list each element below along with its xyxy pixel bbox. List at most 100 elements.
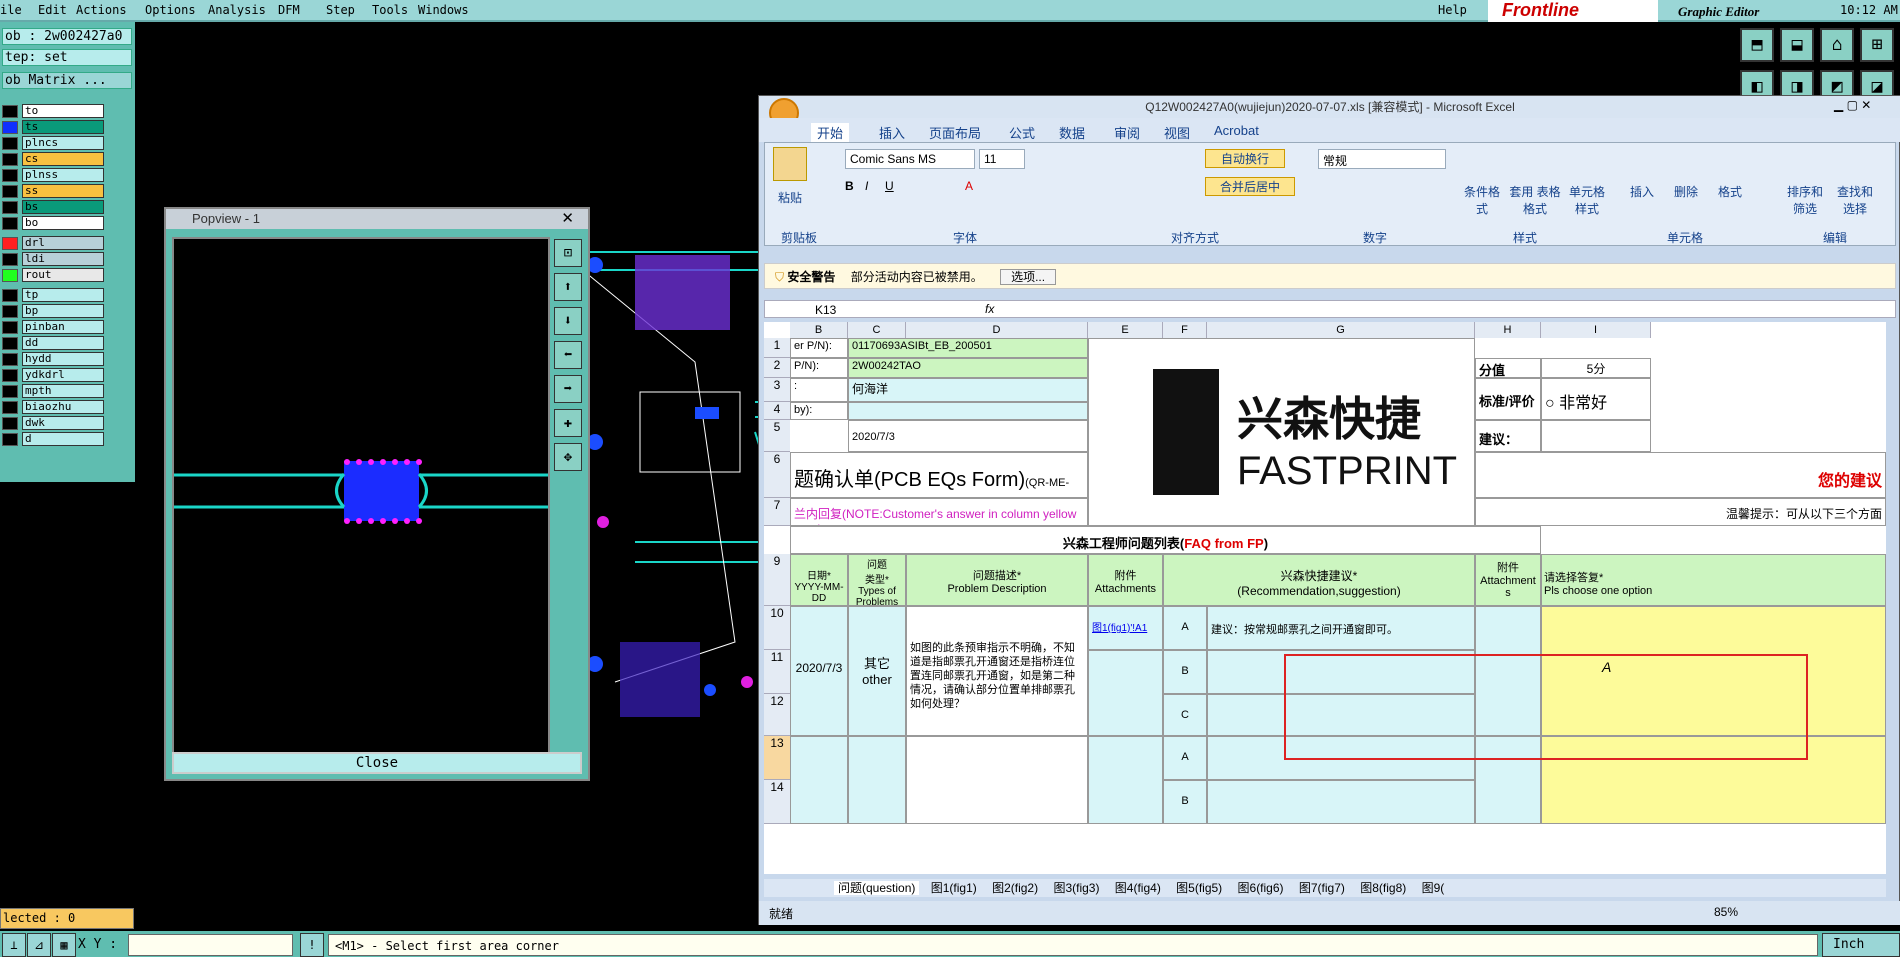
layer-name[interactable]: ydkdrl xyxy=(22,368,104,382)
cell-type13[interactable] xyxy=(848,736,906,824)
layer-checkbox[interactable] xyxy=(2,201,18,214)
layer-row-bp[interactable]: bp xyxy=(2,304,110,318)
format-cells-button[interactable]: 格式 xyxy=(1715,183,1745,200)
menu-options[interactable]: Options xyxy=(145,3,196,17)
font-color-icon[interactable]: A xyxy=(965,179,973,193)
row-7[interactable]: 7 xyxy=(764,498,790,526)
sheet-tab-fig5[interactable]: 图5(fig5) xyxy=(1176,881,1222,895)
popview-titlebar[interactable]: Popview - 1 ✕ xyxy=(166,209,588,229)
layer-checkbox[interactable] xyxy=(2,353,18,366)
row-5[interactable]: 5 xyxy=(764,420,790,452)
opt-b14[interactable]: B xyxy=(1163,780,1207,824)
hdr-type[interactable]: 问题 类型* Types of Problems xyxy=(848,554,906,606)
tab-home[interactable]: 开始 xyxy=(811,123,850,142)
tab-review[interactable]: 审阅 xyxy=(1114,123,1140,142)
layer-name[interactable]: pinban xyxy=(22,320,104,334)
col-c[interactable]: C xyxy=(848,322,906,338)
insert-cells-button[interactable]: 插入 xyxy=(1627,183,1657,200)
cell-date10[interactable]: 2020/7/3 xyxy=(790,606,848,736)
hdr-date[interactable]: 日期* YYYY-MM-DD xyxy=(790,554,848,606)
tool-icon-2[interactable]: ⬓ xyxy=(1780,28,1814,62)
tool-icon-3[interactable]: ⌂ xyxy=(1820,28,1854,62)
sheet-tab-fig2[interactable]: 图2(fig2) xyxy=(992,881,1038,895)
layer-row-biaozhu[interactable]: biaozhu xyxy=(2,400,110,414)
cell-b1[interactable]: er P/N): xyxy=(790,338,848,358)
row-12[interactable]: 12 xyxy=(764,694,790,736)
hdr-rec[interactable]: 兴森快捷建议* (Recommendation,suggestion) xyxy=(1163,554,1475,606)
layer-name[interactable]: cs xyxy=(22,152,104,166)
tool-icon-4[interactable]: ⊞ xyxy=(1860,28,1894,62)
cell-jianyi-input[interactable] xyxy=(1541,420,1651,452)
measure-icon[interactable]: ⊿ xyxy=(27,933,51,957)
menu-windows[interactable]: Windows xyxy=(418,3,469,17)
cell-c3[interactable]: 何海洋 xyxy=(848,378,1088,402)
layer-checkbox[interactable] xyxy=(2,217,18,230)
ruler-icon[interactable]: ⊥ xyxy=(2,933,26,957)
layer-row-pinban[interactable]: pinban xyxy=(2,320,110,334)
pan-down-icon[interactable]: ⬇ xyxy=(554,307,582,335)
cell-fen5[interactable]: 5分 xyxy=(1541,358,1651,378)
layer-row-dd[interactable]: dd xyxy=(2,336,110,350)
layer-row-bo[interactable]: bo xyxy=(2,216,110,230)
cell-jianyi[interactable]: 建议： xyxy=(1475,420,1541,452)
cell-fenzhi[interactable]: 分值 xyxy=(1475,358,1541,378)
layer-row-dwk[interactable]: dwk xyxy=(2,416,110,430)
layer-name[interactable]: plncs xyxy=(22,136,104,150)
popview-canvas[interactable] xyxy=(172,237,550,755)
layer-checkbox[interactable] xyxy=(2,153,18,166)
cell-style-button[interactable]: 单元格 样式 xyxy=(1567,183,1607,217)
layer-name[interactable]: ts xyxy=(22,120,104,134)
cell-biaozhun[interactable]: 标准/评价 xyxy=(1475,378,1541,420)
find-select-button[interactable]: 查找和 选择 xyxy=(1835,183,1875,217)
layer-checkbox[interactable] xyxy=(2,305,18,318)
hdr-att[interactable]: 附件 Attachments xyxy=(1088,554,1163,606)
delete-cells-button[interactable]: 删除 xyxy=(1671,183,1701,200)
italic-button[interactable]: I xyxy=(865,179,868,193)
hdr-att2[interactable]: 附件 Attachment s xyxy=(1475,554,1541,606)
layer-row-plncs[interactable]: plncs xyxy=(2,136,110,150)
layer-name[interactable]: plnss xyxy=(22,168,104,182)
sheet-tab-fig9[interactable]: 图9( xyxy=(1422,881,1445,895)
hdr-ans[interactable]: 请选择答复* Pls choose one option xyxy=(1541,554,1886,606)
layer-row-hydd[interactable]: hydd xyxy=(2,352,110,366)
layer-name[interactable]: biaozhu xyxy=(22,400,104,414)
name-box[interactable]: K13 xyxy=(815,303,836,317)
layer-checkbox[interactable] xyxy=(2,401,18,414)
layer-row-mpth[interactable]: mpth xyxy=(2,384,110,398)
conditional-format-button[interactable]: 条件格式 xyxy=(1462,183,1502,217)
layer-checkbox[interactable] xyxy=(2,137,18,150)
cell-c2[interactable]: 2W00242TAO xyxy=(848,358,1088,378)
row-14[interactable]: 14 xyxy=(764,780,790,824)
cell-tip[interactable]: 温馨提示：可从以下三个方面 xyxy=(1475,498,1886,526)
cell-suggest[interactable]: 您的建议 xyxy=(1475,452,1886,498)
cell-att11[interactable] xyxy=(1088,650,1163,736)
layer-row-tp[interactable]: tp xyxy=(2,288,110,302)
menu-dfm[interactable]: DFM xyxy=(278,3,300,17)
wrap-text-button[interactable]: 自动换行 xyxy=(1205,149,1285,168)
opt-b11[interactable]: B xyxy=(1163,650,1207,694)
layer-checkbox[interactable] xyxy=(2,289,18,302)
paste-icon[interactable] xyxy=(773,147,807,181)
layer-name[interactable]: to xyxy=(22,104,104,118)
cell-c5[interactable]: 2020/7/3 xyxy=(848,420,1088,452)
cell-rec14[interactable] xyxy=(1207,780,1475,824)
row-2[interactable]: 2 xyxy=(764,358,790,378)
col-f[interactable]: F xyxy=(1163,322,1207,338)
cell-title6[interactable]: 题确认单(PCB EQs Form)(QR-ME-04(B) xyxy=(790,452,1088,498)
zoom-out-icon[interactable]: ✥ xyxy=(554,443,582,471)
sheet-tab-fig1[interactable]: 图1(fig1) xyxy=(931,881,977,895)
layer-row-ts[interactable]: ts xyxy=(2,120,110,134)
cell-att10-link[interactable]: 图1(fig1)'!A1 xyxy=(1088,606,1163,650)
zoom-fit-icon[interactable]: ⊡ xyxy=(554,239,582,267)
tab-view[interactable]: 视图 xyxy=(1164,123,1190,142)
layer-row-to[interactable]: to xyxy=(2,104,110,118)
sheet-tab-question[interactable]: 问题(question) xyxy=(834,881,920,895)
window-controls[interactable]: ▁ ▢ ✕ xyxy=(1834,98,1871,112)
pan-left-icon[interactable]: ⬅ xyxy=(554,341,582,369)
layer-checkbox[interactable] xyxy=(2,269,18,282)
pan-right-icon[interactable]: ➡ xyxy=(554,375,582,403)
layer-name[interactable]: d xyxy=(22,432,104,446)
sheet-tab-fig7[interactable]: 图7(fig7) xyxy=(1299,881,1345,895)
layer-row-d[interactable]: d xyxy=(2,432,110,446)
fx-icon[interactable]: fx xyxy=(985,302,994,316)
